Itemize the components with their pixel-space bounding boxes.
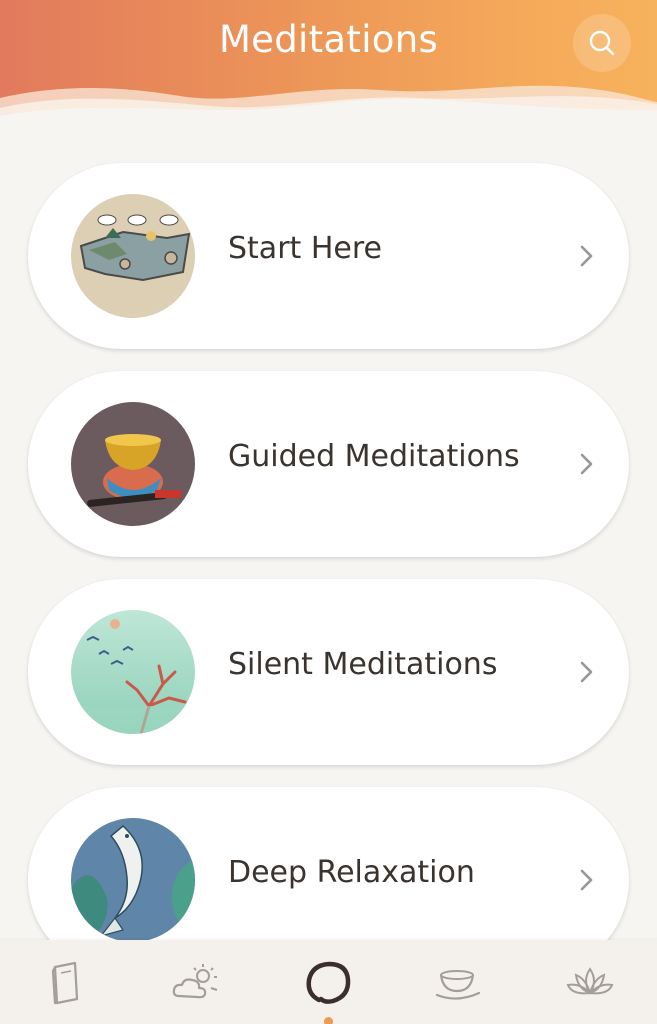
category-card-silent-meditations[interactable]: Silent Meditations xyxy=(28,579,629,765)
enso-circle-icon xyxy=(306,961,351,1004)
nav-item-meditations[interactable] xyxy=(298,958,358,1008)
landscape-map-thumbnail xyxy=(71,194,195,318)
cloud-sun-icon xyxy=(172,964,218,999)
nav-item-book[interactable] xyxy=(36,958,96,1008)
category-card-start-here[interactable]: Start Here xyxy=(28,163,629,349)
category-label: Silent Meditations xyxy=(228,647,498,682)
singing-bowl-thumbnail xyxy=(71,402,195,526)
header: Meditations xyxy=(0,0,657,140)
chevron-right-icon xyxy=(580,453,593,475)
search-icon xyxy=(589,30,615,56)
meditations-screen: Meditations Start Here Guided Meditation… xyxy=(0,0,657,1024)
nav-item-weather[interactable] xyxy=(166,958,226,1008)
birds-coral-thumbnail xyxy=(71,610,195,734)
category-label: Deep Relaxation xyxy=(228,855,475,890)
category-label: Guided Meditations xyxy=(228,439,520,474)
active-tab-indicator xyxy=(324,1017,333,1024)
search-button[interactable] xyxy=(573,14,631,72)
page-title: Meditations xyxy=(218,18,439,61)
chevron-right-icon xyxy=(580,869,593,891)
chevron-right-icon xyxy=(580,245,593,267)
book-icon xyxy=(51,961,79,1005)
header-wave xyxy=(0,85,657,140)
nav-item-lotus[interactable] xyxy=(560,958,620,1008)
category-label: Start Here xyxy=(228,231,382,266)
tea-bowl-icon xyxy=(435,970,481,1000)
nav-item-tea[interactable] xyxy=(428,958,488,1008)
koi-fish-thumbnail xyxy=(71,818,195,942)
category-card-guided-meditations[interactable]: Guided Meditations xyxy=(28,371,629,557)
bottom-navigation xyxy=(0,940,657,1024)
chevron-right-icon xyxy=(580,661,593,683)
lotus-icon xyxy=(566,967,614,995)
